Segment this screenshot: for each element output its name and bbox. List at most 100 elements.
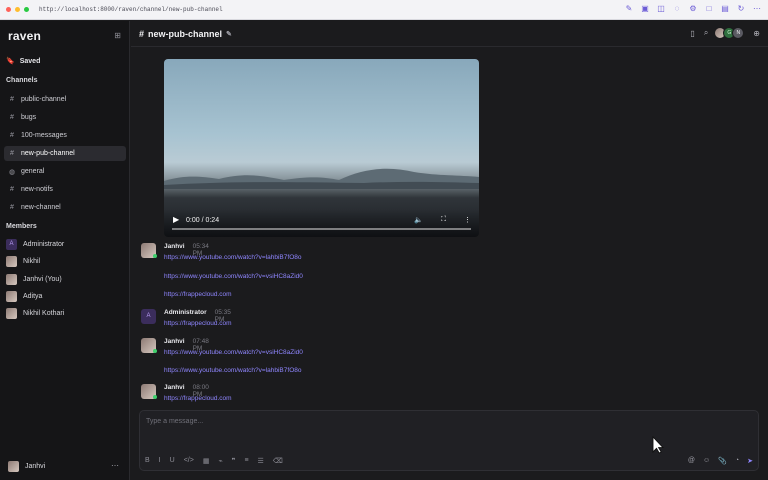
video-buttons: 🔈 ⛶ ⋮ [414, 216, 471, 224]
avatar [6, 291, 17, 302]
member-aditya[interactable]: Aditya [6, 291, 42, 302]
address-bar[interactable]: http://localhost:8000/raven/channel/new-… [39, 6, 223, 13]
video-player[interactable]: ▶ 0:00 / 0:24 🔈 ⛶ ⋮ [164, 59, 479, 237]
sync-icon[interactable]: ↻ [736, 4, 746, 14]
member-label: Nikhil Kothari [23, 310, 65, 317]
message-link[interactable]: https://www.youtube.com/watch?v=vsiHC8aZ… [164, 349, 303, 356]
hash-icon: # [10, 204, 14, 211]
list-icon[interactable]: ≡ [244, 457, 248, 465]
channel-label: new-channel [21, 204, 61, 211]
fullscreen-icon[interactable]: ⛶ [441, 216, 446, 224]
message-link[interactable]: https://frappecloud.com [164, 291, 232, 298]
window-controls [6, 7, 29, 12]
add-member-icon[interactable]: ⊕ [753, 29, 760, 38]
avatar [6, 308, 17, 319]
member-nikhil-kothari[interactable]: Nikhil Kothari [6, 308, 64, 319]
video-time: 0:00 / 0:24 [186, 217, 220, 224]
channel-name: new-pub-channel [148, 29, 223, 39]
channel-new-channel[interactable]: # new-channel [4, 200, 126, 215]
message-input[interactable]: Type a message... [146, 418, 203, 425]
minimize-window-button[interactable] [15, 7, 20, 12]
avatar [6, 274, 17, 285]
browser-actions: ✎ ▣ ◫ ◌ ⚙ □ ▤ ↻ ⋯ [624, 4, 762, 14]
collapse-sidebar-icon[interactable]: ⊞ [114, 31, 121, 40]
more-icon[interactable]: ⋮ [464, 216, 471, 224]
bold-icon[interactable]: B [145, 457, 150, 465]
avatar: A [6, 239, 17, 250]
hash-icon: # [10, 150, 14, 157]
message-link[interactable]: https://www.youtube.com/watch?v=vsiHC8aZ… [164, 273, 303, 280]
hash-icon: # [10, 114, 14, 121]
clear-format-icon[interactable]: ⌫ [273, 457, 283, 465]
member-avatars[interactable]: G N [714, 27, 745, 39]
channel-label: public-channel [21, 96, 67, 103]
italic-icon[interactable]: I [159, 457, 161, 465]
channel-bugs[interactable]: # bugs [4, 110, 126, 125]
channel-new-notifs[interactable]: # new-notifs [4, 182, 126, 197]
ordered-list-icon[interactable]: ☰ [258, 457, 264, 465]
more-icon[interactable]: ⋯ [752, 4, 762, 14]
message-link[interactable]: https://frappecloud.com [164, 395, 232, 402]
channel-general[interactable]: ◍ general [4, 164, 126, 179]
avatar: A [141, 309, 156, 324]
globe-icon[interactable]: ◌ [672, 4, 682, 14]
reader-icon[interactable]: ▣ [640, 4, 650, 14]
mention-icon[interactable]: @ [688, 457, 695, 465]
search-icon[interactable]: ⌕ [704, 28, 708, 38]
saved-label: Saved [19, 57, 41, 65]
poll-icon[interactable]: ◔ [735, 457, 739, 465]
quote-icon[interactable]: ❞ [232, 457, 236, 465]
link-icon[interactable]: ⌁ [218, 457, 222, 465]
members-heading[interactable]: Members [6, 223, 37, 230]
member-label: Administrator [23, 241, 65, 248]
code-icon[interactable]: </> [184, 457, 194, 465]
member-label: Aditya [23, 293, 43, 300]
formatting-toolbar: B I U </> ▦ ⌁ ❞ ≡ ☰ ⌫ [145, 457, 283, 465]
video-controls: ▶ 0:00 / 0:24 🔈 ⛶ ⋮ [164, 209, 479, 237]
member-administrator[interactable]: A Administrator [6, 239, 64, 250]
edit-channel-icon[interactable]: ✎ [226, 30, 232, 38]
close-window-button[interactable] [6, 7, 11, 12]
ellipsis-icon[interactable]: ⋯ [111, 461, 119, 470]
landscape-image [164, 168, 479, 189]
online-indicator [153, 395, 157, 399]
browser-toolbar: http://localhost:8000/raven/channel/new-… [0, 0, 768, 20]
video-progress-track[interactable] [172, 228, 471, 230]
panel-icon[interactable]: ▤ [720, 4, 730, 14]
channel-public-channel[interactable]: # public-channel [4, 92, 126, 107]
message-link[interactable]: https://www.youtube.com/watch?v=lahbiB7f… [164, 254, 301, 261]
hash-icon: # [10, 132, 14, 139]
channel-100-messages[interactable]: #100-messages [4, 128, 126, 143]
window-icon[interactable]: □ [704, 4, 714, 14]
message-composer[interactable]: Type a message... B I U </> ▦ ⌁ ❞ ≡ ☰ ⌫ … [139, 410, 759, 471]
member-janhvi[interactable]: Janhvi (You) [6, 274, 62, 285]
camera-icon[interactable]: ◫ [656, 4, 666, 14]
underline-icon[interactable]: U [170, 457, 175, 465]
play-icon[interactable]: ▶ [173, 215, 179, 224]
file-icon[interactable]: ▯ [690, 29, 694, 38]
member-nikhil[interactable]: Nikhil [6, 256, 40, 267]
channel-header: # new-pub-channel ✎ ▯ ⌕ G N ⊕ [131, 21, 768, 47]
send-icon[interactable]: ➤ [747, 457, 753, 465]
channels-heading[interactable]: Channels [6, 77, 38, 84]
hash-icon: # [10, 186, 14, 193]
current-user[interactable]: Janhvi [8, 461, 45, 472]
volume-icon[interactable]: 🔈 [414, 216, 423, 224]
message-list[interactable]: ▶ 0:00 / 0:24 🔈 ⛶ ⋮ Janhvi 05:34 PM https… [131, 47, 768, 409]
channel-label: general [21, 168, 45, 175]
attachment-icon[interactable]: 📎 [718, 457, 727, 465]
settings-icon[interactable]: ⚙ [688, 4, 698, 14]
message-link[interactable]: https://frappecloud.com [164, 320, 232, 327]
avatar [8, 461, 19, 472]
table-icon[interactable]: ▦ [203, 457, 210, 465]
emoji-icon[interactable]: ☺ [703, 457, 710, 465]
page-title: # new-pub-channel ✎ [139, 29, 232, 39]
avatar: N [732, 27, 745, 39]
saved-messages-link[interactable]: 🔖 Saved [6, 57, 41, 66]
composer-actions: @ ☺ 📎 ◔ ➤ [688, 457, 753, 465]
message-link[interactable]: https://www.youtube.com/watch?v=lahbiB7f… [164, 367, 301, 374]
maximize-window-button[interactable] [24, 7, 29, 12]
channel-new-pub-channel[interactable]: # new-pub-channel [4, 146, 126, 161]
brand-logo: raven [8, 29, 42, 43]
edit-icon[interactable]: ✎ [624, 4, 634, 14]
